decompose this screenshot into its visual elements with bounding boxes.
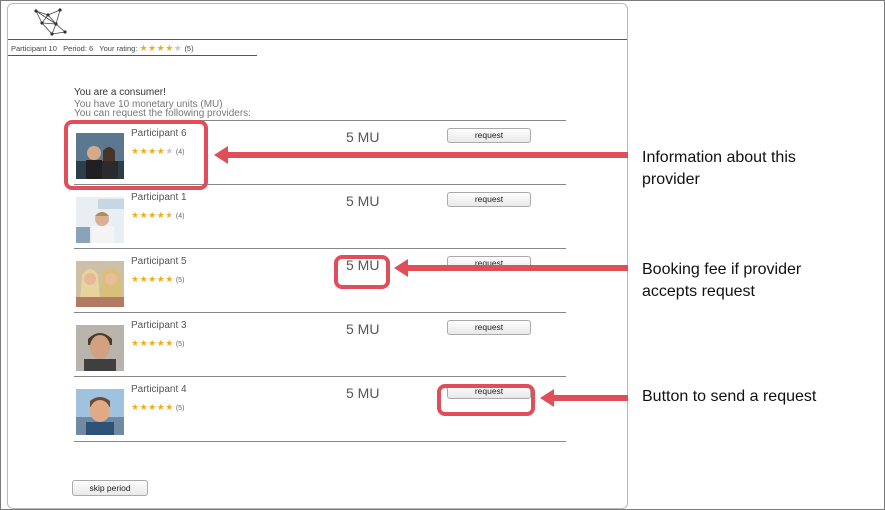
annotation-request-button: Button to send a request <box>642 388 817 405</box>
provider-info-highlight <box>64 120 208 190</box>
provider-row: Participant 5 ★★★★★ (5) 5 MU request <box>74 248 566 313</box>
provider-name: Participant 1 <box>131 192 187 203</box>
role-heading: You are a consumer! <box>74 87 166 98</box>
annotation-booking-fee: Booking fee if provider accepts request <box>642 261 802 300</box>
provider-rating-count: (4) <box>175 213 185 220</box>
provider-row: Participant 1 ★★★★★ (4) 5 MU request <box>74 184 566 249</box>
provider-photo <box>76 325 124 371</box>
skip-period-button[interactable]: skip period <box>72 480 148 496</box>
provider-rating-stars-icon: ★★★★★ (4) <box>131 210 185 220</box>
providers-instruction: You can request the following providers: <box>74 108 251 119</box>
provider-name: Participant 4 <box>131 384 187 395</box>
provider-name: Participant 5 <box>131 256 187 267</box>
provider-name: Participant 3 <box>131 320 187 331</box>
fee-highlight <box>334 255 390 289</box>
provider-rating-stars-icon: ★★★★★ (5) <box>131 338 185 348</box>
rating-label: Your rating: <box>99 44 138 53</box>
annotation-provider-info: Information about this provider <box>642 149 796 188</box>
provider-rating-count: (5) <box>175 405 185 412</box>
provider-rating-stars-icon: ★★★★★ (5) <box>131 402 185 412</box>
arrow-shaft <box>552 395 628 401</box>
app-window: Participant 10 Period: 6 Your rating: ★★… <box>7 3 628 509</box>
header-divider <box>8 39 627 40</box>
provider-rating-count: (5) <box>175 277 185 284</box>
arrow-shaft <box>226 152 628 158</box>
provider-rating-stars-icon: ★★★★★ (5) <box>131 274 185 284</box>
participant-label: Participant 10 <box>11 44 57 53</box>
request-button-highlight <box>437 384 535 416</box>
period-label: Period: 6 <box>63 44 94 53</box>
request-button[interactable]: request <box>447 128 531 143</box>
arrow-shaft <box>406 265 628 271</box>
status-bar: Participant 10 Period: 6 Your rating: ★★… <box>11 43 194 54</box>
provider-rating-count: (5) <box>175 341 185 348</box>
booking-fee: 5 MU <box>346 321 380 337</box>
request-button[interactable]: request <box>447 320 531 335</box>
booking-fee: 5 MU <box>346 385 380 401</box>
provider-photo <box>76 261 124 307</box>
network-logo-icon <box>34 8 67 36</box>
provider-photo <box>76 197 124 243</box>
provider-row: Participant 3 ★★★★★ (5) 5 MU request <box>74 312 566 377</box>
rating-count: (5) <box>184 44 194 53</box>
status-divider <box>8 55 257 56</box>
request-button[interactable]: request <box>447 192 531 207</box>
rating-stars-icon: ★★★★★ <box>139 43 183 53</box>
booking-fee: 5 MU <box>346 129 380 145</box>
provider-photo <box>76 389 124 435</box>
booking-fee: 5 MU <box>346 193 380 209</box>
